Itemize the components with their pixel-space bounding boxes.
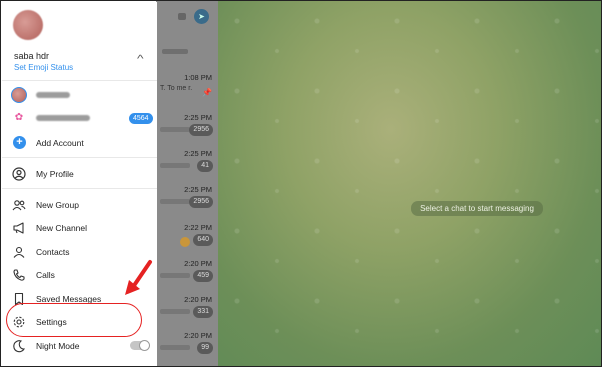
lock-icon[interactable] — [178, 13, 186, 20]
profile-name: saba hdr — [14, 51, 50, 61]
unread-badge: 331 — [193, 306, 213, 318]
chat-background — [217, 1, 601, 366]
chat-preview-blur — [160, 309, 190, 314]
chat-row[interactable]: 2:20 PM 99 — [156, 329, 218, 366]
chat-time: 2:22 PM — [184, 223, 212, 232]
flower-icon: ✿ — [11, 110, 27, 126]
moon-icon — [13, 340, 25, 353]
unread-badge: 640 — [193, 234, 213, 246]
chat-time: 2:20 PM — [184, 259, 212, 268]
menu-item-new-channel[interactable]: New Channel — [2, 217, 157, 239]
telegram-icon[interactable]: ➤ — [194, 9, 209, 24]
menu-item-label: My Profile — [36, 169, 74, 179]
chat-row[interactable]: 2:25 PM 41 — [156, 147, 218, 187]
group-icon — [12, 200, 26, 211]
toggle-knob — [139, 340, 150, 351]
chat-title-blur — [162, 49, 188, 54]
chat-time: 2:20 PM — [184, 331, 212, 340]
set-emoji-status-link[interactable]: Set Emoji Status — [14, 63, 73, 72]
chat-time: 2:25 PM — [184, 113, 212, 122]
emoji-icon — [180, 237, 190, 247]
chat-row[interactable]: 2:20 PM 459 — [156, 257, 218, 297]
chat-row[interactable]: 2:25 PM 2956 — [156, 111, 218, 151]
avatar — [11, 87, 27, 103]
menu-item-my-profile[interactable]: My Profile — [2, 163, 157, 185]
plus-icon: + — [13, 136, 26, 149]
chat-list-overlay[interactable]: ➤ 1:08 PM T. To me r. 📌 2:25 PM 2956 2:2… — [156, 1, 218, 366]
chevron-up-icon[interactable]: ^ — [137, 54, 144, 65]
chat-row[interactable]: 2:22 PM 640 — [156, 221, 218, 261]
account-name-blur — [36, 92, 70, 98]
add-account-label: Add Account — [36, 138, 84, 148]
unread-badge: 459 — [193, 270, 213, 282]
chat-preview: T. To me r. — [160, 85, 193, 92]
contact-icon — [13, 246, 25, 258]
chat-time: 1:08 PM — [184, 73, 212, 82]
megaphone-icon — [13, 222, 24, 234]
unread-badge: 99 — [197, 342, 213, 354]
chat-preview-blur — [160, 345, 190, 350]
chat-time: 2:25 PM — [184, 185, 212, 194]
telegram-window: Select a chat to start messaging ➤ 1:08 … — [0, 0, 602, 367]
chat-row[interactable]: 2:20 PM 331 — [156, 293, 218, 333]
phone-icon — [13, 269, 25, 281]
menu-item-label: Night Mode — [36, 341, 80, 351]
chat-time: 2:25 PM — [184, 149, 212, 158]
account-name-blur — [36, 115, 90, 121]
chat-preview-blur — [160, 199, 190, 204]
menu-item-label: Contacts — [36, 247, 70, 257]
chat-time: 2:20 PM — [184, 295, 212, 304]
divider — [2, 188, 157, 189]
menu-item-night-mode[interactable]: Night Mode — [2, 335, 157, 357]
avatar[interactable] — [13, 10, 43, 40]
account-item-second[interactable]: ✿ 4564 — [2, 108, 157, 130]
chat-row[interactable]: 2:25 PM 2956 — [156, 183, 218, 223]
divider — [2, 157, 157, 158]
chat-row[interactable]: 1:08 PM T. To me r. 📌 — [156, 71, 218, 111]
account-item-current[interactable] — [2, 85, 157, 107]
add-account-button[interactable]: + Add Account — [2, 132, 157, 154]
menu-item-new-group[interactable]: New Group — [2, 194, 157, 216]
chat-pattern — [217, 1, 601, 366]
unread-badge: 2956 — [189, 196, 213, 208]
menu-item-label: New Channel — [36, 223, 88, 233]
unread-badge: 4564 — [129, 113, 153, 124]
menu-item-label: New Group — [36, 200, 79, 210]
empty-chat-message: Select a chat to start messaging — [411, 201, 543, 216]
unread-badge: 41 — [197, 160, 213, 172]
chat-preview-blur — [160, 273, 190, 278]
pin-icon: 📌 — [202, 88, 212, 97]
settings-highlight-oval — [6, 303, 142, 337]
user-circle-icon — [12, 167, 26, 181]
unread-badge: 2956 — [189, 124, 213, 136]
red-arrow-annotation — [125, 260, 152, 295]
chat-preview-blur — [160, 127, 190, 132]
night-mode-toggle[interactable] — [130, 340, 150, 351]
divider — [2, 80, 157, 81]
menu-item-label: Calls — [36, 270, 55, 280]
chat-preview-blur — [160, 163, 190, 168]
